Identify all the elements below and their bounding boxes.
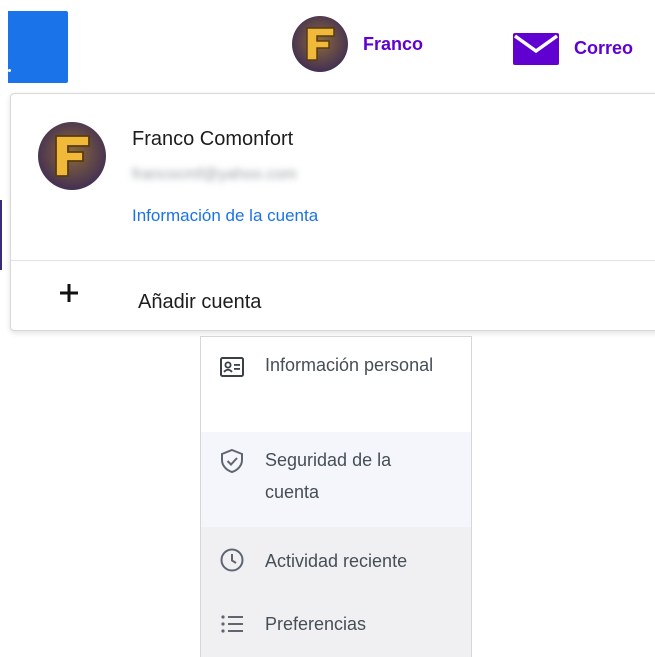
plus-icon <box>60 284 78 302</box>
account-info-link[interactable]: Información de la cuenta <box>132 206 318 226</box>
mail-icon[interactable] <box>513 33 559 65</box>
menu-item-recent-activity[interactable]: Actividad reciente <box>201 527 471 595</box>
menu-item-label: Información personal <box>265 355 434 375</box>
menu-item-personal-info[interactable]: Información personal <box>201 337 471 432</box>
add-account-button[interactable]: Añadir cuenta <box>11 261 655 330</box>
header-user-name[interactable]: Franco <box>363 34 423 55</box>
header-mail-link[interactable]: Correo <box>574 38 633 59</box>
id-card-icon <box>220 357 244 377</box>
account-avatar-icon <box>38 122 106 190</box>
top-header: Franco Correo <box>0 0 655 92</box>
shield-icon <box>221 448 243 474</box>
clock-icon <box>220 548 244 572</box>
menu-item-label: Preferencias <box>265 614 367 634</box>
menu-item-label: Actividad reciente <box>265 551 408 571</box>
account-full-name: Franco Comonfort <box>132 128 294 150</box>
menu-dot-icon <box>8 69 11 72</box>
header-avatar-icon[interactable] <box>292 16 348 72</box>
add-account-label: Añadir cuenta <box>138 291 262 313</box>
background-edge <box>0 200 2 270</box>
account-dropdown: Franco Comonfort francocmf@yahoo.com Inf… <box>10 93 655 331</box>
list-icon <box>221 615 243 633</box>
account-email: francocmf@yahoo.com <box>132 166 297 183</box>
menu-item-account-security[interactable]: Seguridad de la cuenta <box>201 432 471 527</box>
menu-item-label: Seguridad de la cuenta <box>265 450 392 502</box>
menu-button[interactable] <box>8 11 68 83</box>
settings-side-menu: Información personal Seguridad de la cue… <box>200 336 472 657</box>
